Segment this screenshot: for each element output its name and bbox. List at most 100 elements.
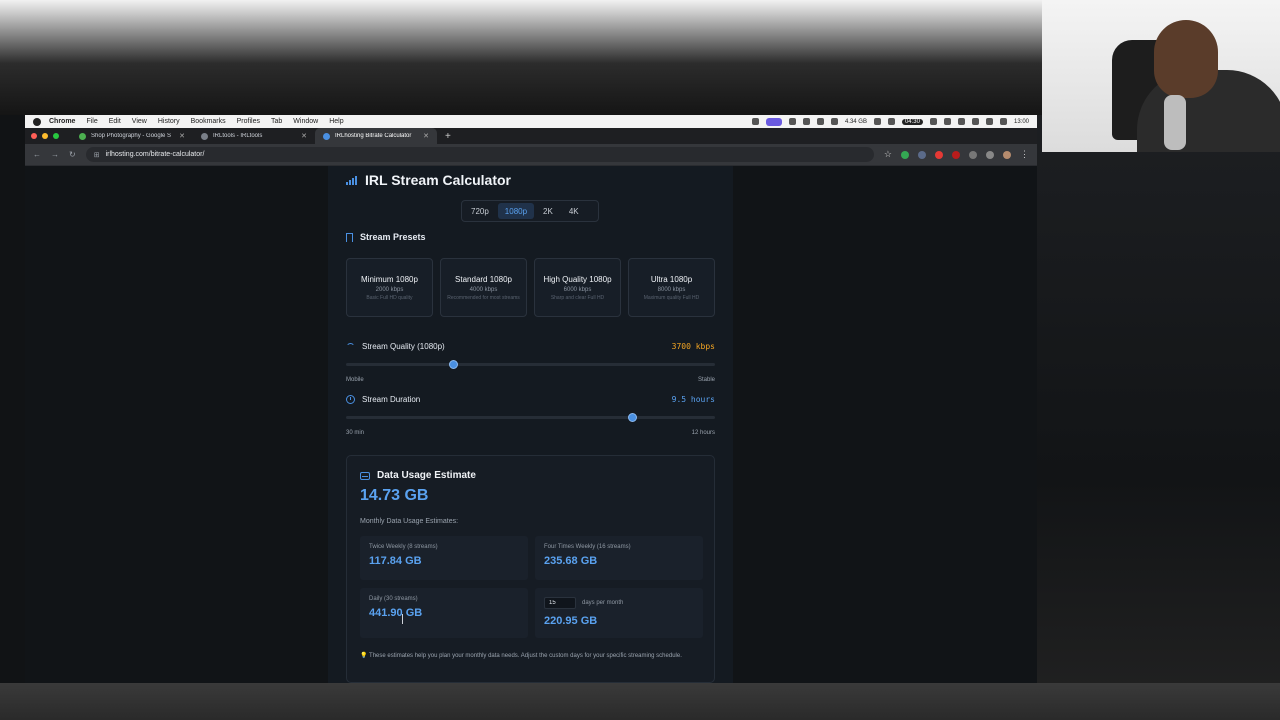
background-bottom — [0, 683, 1280, 720]
duration-min-label: 30 min — [346, 430, 365, 436]
tab-favicon — [79, 132, 86, 140]
edit-icon[interactable] — [887, 118, 895, 125]
site-info-icon[interactable]: ⊞ — [94, 151, 100, 159]
presets-title: Stream Presets — [360, 232, 426, 242]
battery-icon[interactable] — [830, 118, 838, 125]
browser-tab-bar: Shop Photography - Google S ✕ IRLtools -… — [25, 128, 1037, 144]
preset-name: Minimum 1080p — [361, 274, 418, 284]
quality-slider[interactable] — [346, 360, 715, 369]
tip-text: 💡 These estimates help you plan your mon… — [360, 653, 682, 659]
browser-tab[interactable]: Shop Photography - Google S ✕ — [71, 128, 193, 144]
back-icon[interactable]: ← — [33, 150, 41, 159]
status-highlight-icon[interactable] — [765, 117, 782, 126]
tab-title: Shop Photography - Google S — [91, 133, 172, 139]
moon-icon[interactable] — [957, 118, 965, 125]
preset-card-minimum[interactable]: Minimum 1080p 2000 kbps Basic Full HD qu… — [346, 258, 433, 317]
clock-icon — [346, 395, 355, 404]
webcam-microphone — [1164, 95, 1186, 150]
menu-history[interactable]: History — [158, 118, 180, 125]
text-icon[interactable] — [971, 118, 979, 125]
preset-description: Sharp and clear Full HD — [550, 294, 605, 301]
reload-icon[interactable]: ↻ — [69, 150, 76, 159]
extensions-puzzle-icon[interactable] — [986, 150, 994, 159]
new-tab-icon[interactable]: + — [445, 131, 451, 142]
search-icon[interactable] — [985, 118, 993, 125]
browser-tab-active[interactable]: IRLhosting Bitrate Calculator ✕ — [315, 128, 437, 144]
menu-window[interactable]: Window — [293, 118, 318, 125]
tab-favicon — [323, 132, 330, 140]
background-right — [1037, 115, 1280, 720]
resolution-720p-button[interactable]: 720p — [464, 203, 496, 219]
minimize-window-button[interactable] — [42, 133, 48, 139]
page-title: IRL Stream Calculator — [365, 172, 512, 188]
resolution-selector: 720p 1080p 2K 4K — [461, 200, 599, 222]
duration-max-label: 12 hours — [691, 430, 715, 436]
status-icon[interactable] — [751, 118, 759, 125]
estimate-label: Daily (30 streams) — [369, 596, 418, 602]
close-icon[interactable]: ✕ — [423, 132, 429, 140]
wifi-status-icon[interactable] — [802, 118, 810, 125]
background-left — [0, 115, 25, 720]
storage-readout[interactable]: 4.34 GB — [845, 119, 867, 125]
menu-view[interactable]: View — [132, 118, 147, 125]
estimate-custom: days per month 220.95 GB — [535, 588, 703, 638]
apple-icon[interactable] — [33, 117, 41, 126]
duration-label-row: Stream Duration — [346, 395, 420, 404]
close-icon[interactable]: ✕ — [301, 132, 307, 140]
menu-tab[interactable]: Tab — [271, 118, 282, 125]
estimate-value: 441.90 GB — [369, 607, 423, 619]
maximize-window-button[interactable] — [53, 133, 59, 139]
chat-icon[interactable] — [873, 118, 881, 125]
bookmark-star-icon[interactable]: ☆ — [884, 149, 892, 160]
menu-kebab-icon[interactable]: ⋮ — [1020, 149, 1029, 160]
resolution-1080p-button[interactable]: 1080p — [497, 203, 535, 219]
clock[interactable]: 13:00 — [1014, 119, 1029, 125]
duration-slider-thumb[interactable] — [627, 413, 637, 422]
menu-file[interactable]: File — [86, 118, 97, 125]
forward-icon[interactable]: → — [51, 150, 59, 159]
preset-bitrate: 4000 kbps — [469, 286, 498, 293]
preset-bitrate: 8000 kbps — [657, 286, 686, 293]
extension-icon[interactable] — [935, 150, 943, 159]
webcam-person-head — [1154, 20, 1218, 98]
extension-icon[interactable] — [918, 150, 926, 159]
signal-bars-icon — [346, 175, 357, 185]
custom-days-input[interactable] — [544, 597, 576, 609]
preset-card-ultra[interactable]: Ultra 1080p 8000 kbps Maximum quality Fu… — [628, 258, 715, 317]
menu-help[interactable]: Help — [329, 118, 343, 125]
estimate-value: 117.84 GB — [369, 555, 422, 567]
preset-card-high-quality[interactable]: High Quality 1080p 6000 kbps Sharp and c… — [534, 258, 621, 317]
resolution-2k-button[interactable]: 2K — [536, 203, 560, 219]
control-center-icon[interactable] — [999, 118, 1007, 125]
preset-description: Maximum quality Full HD — [643, 294, 700, 301]
presets-heading: Stream Presets — [346, 232, 426, 244]
extensions-area: ☆ ⋮ — [884, 149, 1029, 160]
preset-card-standard[interactable]: Standard 1080p 4000 kbps Recommended for… — [440, 258, 527, 317]
settings-icon[interactable] — [816, 118, 824, 125]
close-window-button[interactable] — [31, 133, 37, 139]
profile-avatar[interactable] — [1003, 150, 1011, 159]
grid-icon[interactable] — [929, 118, 937, 125]
extension-icon[interactable] — [952, 150, 960, 159]
menu-bookmarks[interactable]: Bookmarks — [191, 118, 226, 125]
bluetooth-icon[interactable] — [788, 118, 796, 125]
quality-label: Stream Quality (1080p) — [362, 342, 445, 351]
duration-slider[interactable] — [346, 413, 715, 422]
menu-profiles[interactable]: Profiles — [237, 118, 260, 125]
resolution-4k-button[interactable]: 4K — [562, 203, 586, 219]
quality-slider-thumb[interactable] — [449, 360, 458, 369]
browser-tab[interactable]: IRLtools - IRLtools ✕ — [193, 128, 315, 144]
menu-app-name[interactable]: Chrome — [49, 118, 75, 125]
timer-badge[interactable]: 04:30 — [901, 118, 923, 125]
tab-favicon — [201, 132, 208, 140]
quality-max-label: Stable — [697, 377, 715, 383]
close-icon[interactable]: ✕ — [179, 132, 185, 140]
extension-icon[interactable] — [969, 150, 977, 159]
address-bar[interactable]: ⊞ irlhosting.com/bitrate-calculator/ — [85, 147, 874, 162]
menu-edit[interactable]: Edit — [109, 118, 121, 125]
screen: Chrome File Edit View History Bookmarks … — [25, 115, 1037, 683]
text-cursor — [402, 614, 403, 624]
extension-icon[interactable] — [901, 150, 909, 159]
lock-icon[interactable] — [943, 118, 951, 125]
data-usage-card: Data Usage Estimate 14.73 GB Monthly Dat… — [346, 455, 715, 683]
